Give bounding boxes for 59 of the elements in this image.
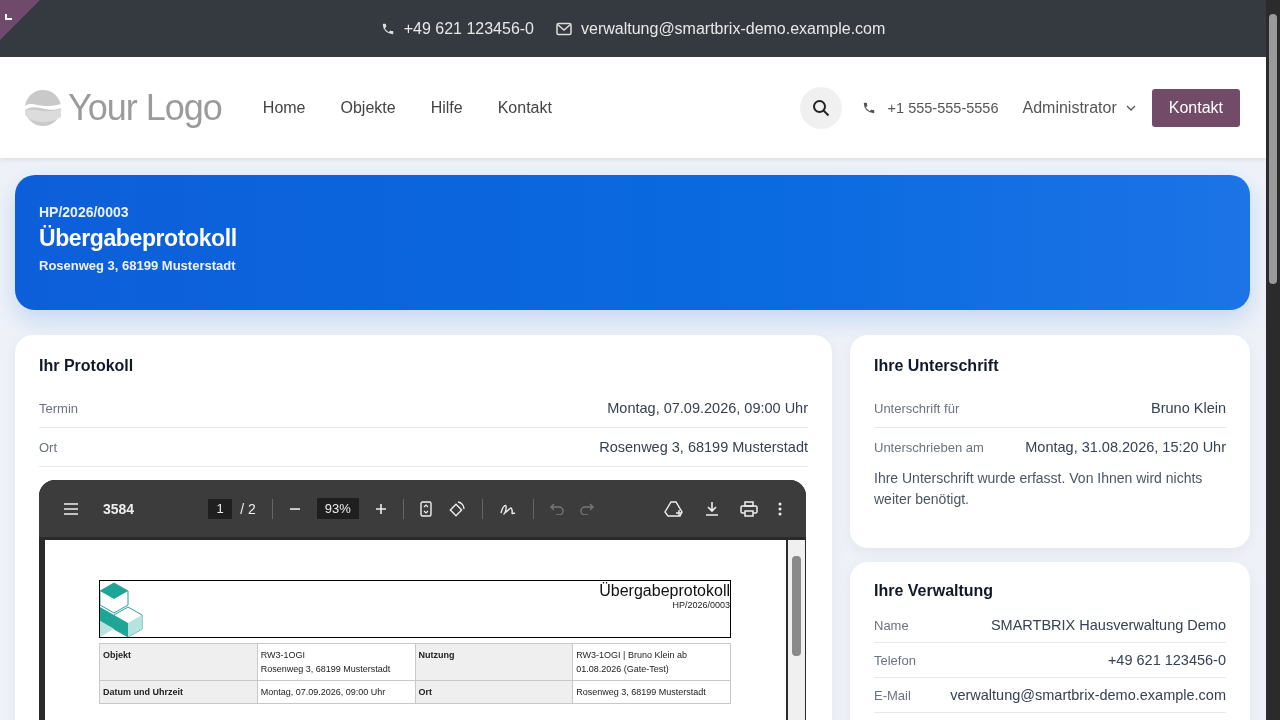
field-value: Bruno Klein xyxy=(1151,400,1226,416)
nav-link[interactable]: Objekte xyxy=(340,98,396,117)
protocol-number: HP/2026/0003 xyxy=(39,204,130,220)
download-icon[interactable] xyxy=(704,500,720,517)
contact-button[interactable]: Kontakt xyxy=(1151,88,1240,127)
print-icon[interactable] xyxy=(740,500,758,517)
card-title: Ihr Protokoll xyxy=(39,357,135,375)
scrollbar[interactable] xyxy=(788,540,805,720)
table-cell: RW3-1OGI | Bruno Klein ab 01.08.2026 (Gate-Test) xyxy=(572,643,731,681)
more-icon[interactable] xyxy=(778,501,782,516)
menu-icon[interactable] xyxy=(63,502,79,515)
phone-link[interactable]: +1 555-555-5556 xyxy=(887,99,999,116)
page-input[interactable]: 1 xyxy=(208,498,233,519)
table-cell: Ort xyxy=(415,680,573,704)
phone-icon xyxy=(861,100,876,115)
phone-link[interactable]: +49 621 123456-0 xyxy=(403,19,534,38)
page-title: Übergabeprotokoll xyxy=(39,225,238,252)
card-title: Ihre Verwaltung xyxy=(874,582,995,600)
mail-icon xyxy=(556,21,572,36)
table-cell: Nutzung xyxy=(415,643,573,681)
field-value: Rosenweg 3, 68199 Musterstadt xyxy=(599,439,808,455)
logo-icon xyxy=(24,88,62,127)
table-cell: Objekt xyxy=(99,643,258,681)
field-label: Name xyxy=(874,617,909,633)
chevron-down-icon xyxy=(1125,104,1136,111)
table-cell: Rosenweg 3, 68199 Musterstadt xyxy=(572,680,731,704)
nav-link[interactable]: Kontakt xyxy=(497,98,552,117)
field-label: Termin xyxy=(39,400,78,416)
nav-link[interactable]: Hilfe xyxy=(430,98,463,117)
field-value: Montag, 31.08.2026, 15:20 Uhr xyxy=(1025,439,1226,455)
nav-link[interactable]: Home xyxy=(262,98,306,117)
rotate-icon[interactable] xyxy=(447,499,466,518)
table-cell: Datum und Uhrzeit xyxy=(99,680,258,704)
scrollbar[interactable] xyxy=(1266,0,1280,720)
table-cell: Montag, 07.09.2026, 09:00 Uhr xyxy=(257,680,415,704)
table-cell: RW3-1OGI Rosenweg 3, 68199 Musterstadt xyxy=(257,643,415,681)
plus-icon[interactable] xyxy=(374,502,387,515)
field-value: verwaltung@smartbrix-demo.example.com xyxy=(950,687,1226,703)
field-value: SMARTBRIX Hausverwaltung Demo xyxy=(990,617,1226,633)
field-value: +49 621 123456-0 xyxy=(1107,652,1226,668)
user-menu[interactable]: Administrator xyxy=(1022,98,1136,117)
document-name: 3584 xyxy=(103,500,135,517)
address: Rosenweg 3, 68199 Musterstadt xyxy=(39,258,237,273)
status-note: Ihre Unterschrift wurde erfasst. Von Ihnen wird nichts weiter benötigt. xyxy=(874,469,1204,509)
search-icon xyxy=(811,98,830,117)
field-label: Unterschrift für xyxy=(874,400,960,416)
field-value: Montag, 07.09.2026, 09:00 Uhr xyxy=(607,400,808,416)
zoom-field[interactable]: 93% xyxy=(316,498,359,519)
phone-icon xyxy=(380,21,395,36)
document-title: Übergabeprotokoll xyxy=(599,582,730,600)
card-title: Ihre Unterschrift xyxy=(874,357,1000,375)
field-label: Telefon xyxy=(874,652,916,668)
email-link[interactable]: verwaltung@smartbrix-demo.example.com xyxy=(581,19,886,38)
field-label: Unterschrieben am xyxy=(874,439,984,455)
fit-page-icon[interactable] xyxy=(419,500,432,517)
document-number: HP/2026/0003 xyxy=(672,600,730,610)
field-label: E-Mail xyxy=(874,687,911,703)
field-label: Ort xyxy=(39,439,58,455)
page-count: / 2 xyxy=(240,500,256,517)
